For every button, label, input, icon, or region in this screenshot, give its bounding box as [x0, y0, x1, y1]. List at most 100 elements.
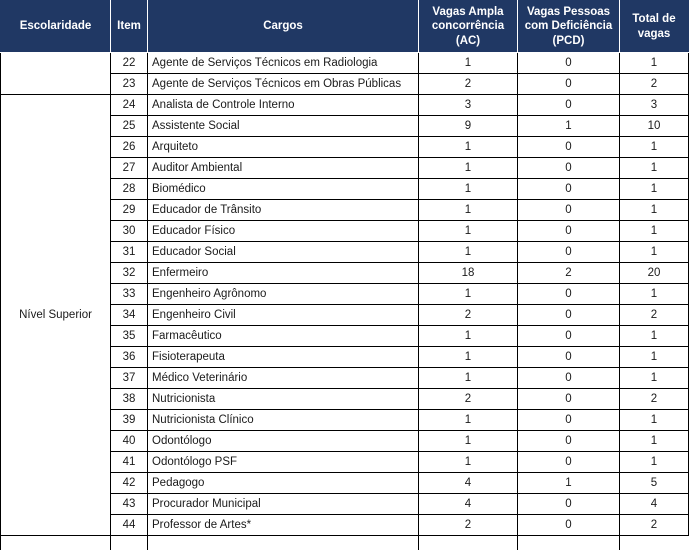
cell-vagas-pcd: 0 [517, 241, 620, 264]
cell-total-vagas: 2 [619, 73, 689, 96]
cell-total-vagas: 5 [619, 472, 689, 495]
cell-vagas-pcd: 0 [517, 52, 620, 75]
cell-vagas-pcd: 1 [517, 115, 620, 138]
cell-item: 39 [110, 409, 148, 432]
cell-vagas-ac: 1 [418, 430, 518, 453]
cell-cargo: Médico Veterinário [147, 367, 419, 390]
cell-item: 34 [110, 304, 148, 327]
header-line-1: Vagas Ampla [432, 6, 504, 18]
cell-total-vagas: 1 [619, 136, 689, 159]
cell-total-vagas: 1 [619, 346, 689, 369]
cell-vagas-ac: 1 [418, 52, 518, 75]
cell-vagas-ac: 1 [418, 451, 518, 474]
cell-vagas-ac: 9 [418, 115, 518, 138]
cell-vagas-ac: 4 [418, 493, 518, 516]
cell-vagas-pcd: 0 [517, 283, 620, 306]
cell-item: 38 [110, 388, 148, 411]
cell-vagas-ac: 1 [418, 220, 518, 243]
cell-total-vagas: 1 [619, 178, 689, 201]
cell-cargo: Agente de Serviços Técnicos em Radiologi… [147, 52, 419, 75]
cell-item: 37 [110, 367, 148, 390]
cell-cargo: Odontólogo PSF [147, 451, 419, 474]
header-line-3: (PCD) [552, 34, 585, 47]
cell-vagas-pcd: 0 [517, 430, 620, 453]
cell-cargo: Educador Físico [147, 220, 419, 243]
cell-item: 32 [110, 262, 148, 285]
cell-cargo: Educador de Trânsito [147, 199, 419, 222]
cell-cargo: Agente de Serviços Técnicos em Obras Púb… [147, 73, 419, 96]
cell-item: 28 [110, 178, 148, 201]
cell-item: 24 [110, 94, 148, 117]
cell-partial [110, 535, 148, 550]
cell-escolaridade [0, 52, 111, 96]
column-header-item: Item [110, 0, 148, 54]
cell-vagas-pcd: 0 [517, 199, 620, 222]
cell-vagas-ac: 2 [418, 514, 518, 537]
cell-item: 33 [110, 283, 148, 306]
cell-item: 25 [110, 115, 148, 138]
header-row: Escolaridade Item Cargos Vagas Ampla con… [0, 0, 689, 54]
cell-item: 26 [110, 136, 148, 159]
header-line-2: vagas [637, 27, 671, 40]
cell-vagas-ac: 1 [418, 346, 518, 369]
table-row: 22 Agente de Serviços Técnicos em Radiolo… [0, 52, 689, 96]
cell-vagas-pcd: 0 [517, 325, 620, 348]
cell-vagas-pcd: 0 [517, 346, 620, 369]
cell-total-vagas: 4 [619, 493, 689, 516]
cell-partial [517, 535, 620, 550]
cell-item: 44 [110, 514, 148, 537]
cell-cargo: Analista de Controle Interno [147, 94, 419, 117]
cell-cargo: Educador Social [147, 241, 419, 264]
cell-vagas-ac: 1 [418, 157, 518, 180]
cell-item: 36 [110, 346, 148, 369]
cell-vagas-pcd: 2 [517, 262, 620, 285]
cell-item: 30 [110, 220, 148, 243]
cell-item: 23 [110, 73, 148, 96]
column-header-cargos: Cargos [147, 0, 419, 54]
cell-total-vagas: 20 [619, 262, 689, 285]
cell-total-vagas: 1 [619, 241, 689, 264]
cell-vagas-ac: 2 [418, 304, 518, 327]
cell-item: 43 [110, 493, 148, 516]
cell-total-vagas: 2 [619, 514, 689, 537]
table-header: Escolaridade Item Cargos Vagas Ampla con… [0, 0, 689, 54]
cell-cargo: Engenheiro Civil [147, 304, 419, 327]
cell-vagas-pcd: 0 [517, 157, 620, 180]
cell-item: 42 [110, 472, 148, 495]
column-header-vagas-ampla-concorrencia: Vagas Ampla concorrência (AC) [418, 0, 518, 54]
cell-partial [147, 535, 419, 550]
cell-vagas-ac: 1 [418, 136, 518, 159]
cell-total-vagas: 1 [619, 430, 689, 453]
table-body: 22 Agente de Serviços Técnicos em Radiolo… [0, 52, 689, 550]
cell-cargo: Farmacêutico [147, 325, 419, 348]
cell-item: 22 [110, 52, 148, 75]
cell-total-vagas: 1 [619, 157, 689, 180]
cell-vagas-ac: 1 [418, 199, 518, 222]
cell-item: 29 [110, 199, 148, 222]
cell-vagas-pcd: 0 [517, 73, 620, 96]
cell-vagas-ac: 18 [418, 262, 518, 285]
vacancy-table: Escolaridade Item Cargos Vagas Ampla con… [0, 0, 689, 550]
cell-vagas-ac: 1 [418, 283, 518, 306]
cell-vagas-ac: 1 [418, 409, 518, 432]
cell-vagas-pcd: 0 [517, 493, 620, 516]
cell-vagas-pcd: 0 [517, 514, 620, 537]
header-line-1: Total de [632, 13, 676, 26]
cell-vagas-pcd: 0 [517, 367, 620, 390]
cell-cargo: Auditor Ambiental [147, 157, 419, 180]
cell-cargo: Fisioterapeuta [147, 346, 419, 369]
cell-vagas-ac: 3 [418, 94, 518, 117]
cell-cargo: Enfermeiro [147, 262, 419, 285]
cell-total-vagas: 1 [619, 199, 689, 222]
cell-vagas-pcd: 0 [517, 136, 620, 159]
cell-vagas-ac: 1 [418, 325, 518, 348]
cell-item: 40 [110, 430, 148, 453]
cell-vagas-pcd: 0 [517, 409, 620, 432]
cell-cargo: Assistente Social [147, 115, 419, 138]
cell-total-vagas: 1 [619, 367, 689, 390]
cell-total-vagas: 2 [619, 304, 689, 327]
cell-total-vagas: 10 [619, 115, 689, 138]
cell-total-vagas: 1 [619, 451, 689, 474]
cell-vagas-pcd: 0 [517, 178, 620, 201]
column-header-vagas-pessoas-com-deficiencia: Vagas Pessoas com Deficiência (PCD) [517, 0, 620, 54]
